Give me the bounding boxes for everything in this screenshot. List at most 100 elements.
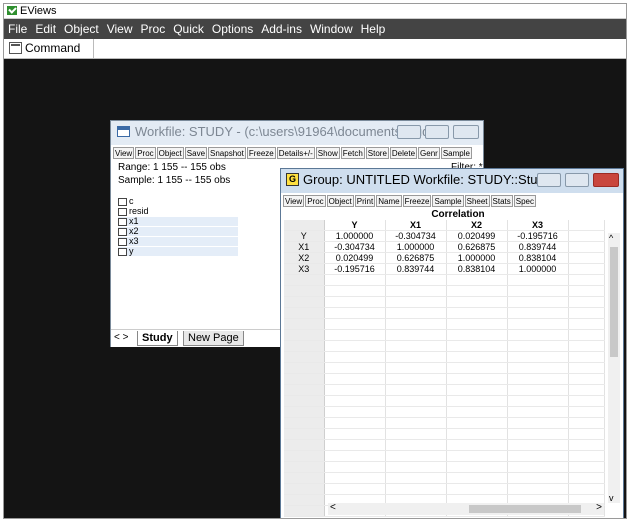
wf-sample-button[interactable]: Sample xyxy=(440,147,472,159)
empty-cell[interactable] xyxy=(385,384,447,396)
row-header[interactable] xyxy=(284,384,325,396)
empty-cell[interactable] xyxy=(507,307,569,319)
empty-cell[interactable] xyxy=(324,318,386,330)
command-bar[interactable]: Command xyxy=(4,39,626,59)
grp-spec-button[interactable]: Spec xyxy=(513,195,536,207)
horizontal-scroll-thumb[interactable] xyxy=(469,505,581,513)
grp-print-button[interactable]: Print xyxy=(354,195,376,207)
maximize-button[interactable] xyxy=(565,173,589,187)
cell[interactable]: -0.195716 xyxy=(507,230,569,242)
menu-window[interactable]: Window xyxy=(306,19,357,39)
empty-cell[interactable] xyxy=(385,307,447,319)
maximize-button[interactable] xyxy=(425,125,449,139)
empty-cell[interactable] xyxy=(446,406,508,418)
empty-cell[interactable] xyxy=(446,428,508,440)
empty-cell[interactable] xyxy=(568,428,605,440)
cell[interactable]: 0.020499 xyxy=(324,252,386,264)
menu-add-ins[interactable]: Add-ins xyxy=(257,19,306,39)
row-header[interactable] xyxy=(284,285,325,297)
tab-new-page[interactable]: New Page xyxy=(183,331,244,346)
object-item[interactable]: resid xyxy=(118,207,238,216)
cell[interactable]: 0.626875 xyxy=(385,252,447,264)
row-header[interactable] xyxy=(284,406,325,418)
cell[interactable]: 1.000000 xyxy=(446,252,508,264)
range-info[interactable]: Range: 1 155 -- 155 obs xyxy=(118,162,226,174)
empty-cell[interactable] xyxy=(507,417,569,429)
horizontal-scrollbar[interactable]: < > xyxy=(328,502,604,515)
empty-cell[interactable] xyxy=(507,439,569,451)
row-header[interactable] xyxy=(284,494,325,506)
empty-cell[interactable] xyxy=(568,362,605,374)
empty-cell[interactable] xyxy=(324,406,386,418)
command-window-icon[interactable] xyxy=(9,42,22,54)
row-header[interactable]: X3 xyxy=(284,263,325,275)
scroll-right-icon[interactable]: > xyxy=(596,502,602,513)
wf-delete-button[interactable]: Delete xyxy=(389,147,418,159)
empty-cell[interactable] xyxy=(446,351,508,363)
row-header[interactable] xyxy=(284,395,325,407)
empty-cell[interactable] xyxy=(324,439,386,451)
empty-cell[interactable] xyxy=(446,274,508,286)
row-header[interactable] xyxy=(284,428,325,440)
menu-object[interactable]: Object xyxy=(60,19,103,39)
grp-sheet-button[interactable]: Sheet xyxy=(464,195,490,207)
vertical-scroll-thumb[interactable] xyxy=(610,247,618,357)
empty-cell[interactable] xyxy=(568,384,605,396)
empty-cell[interactable] xyxy=(385,373,447,385)
row-header[interactable] xyxy=(284,450,325,462)
wf-proc-button[interactable]: Proc xyxy=(135,147,156,159)
tab-study[interactable]: Study xyxy=(137,331,178,346)
empty-cell[interactable] xyxy=(324,428,386,440)
empty-cell[interactable] xyxy=(568,340,605,352)
empty-cell[interactable] xyxy=(385,428,447,440)
empty-cell[interactable] xyxy=(568,296,605,308)
empty-cell[interactable] xyxy=(507,318,569,330)
empty-cell[interactable] xyxy=(324,362,386,374)
empty-cell[interactable] xyxy=(385,417,447,429)
row-header[interactable] xyxy=(284,296,325,308)
scroll-down-icon[interactable]: v xyxy=(609,493,614,503)
row-header[interactable]: X2 xyxy=(284,252,325,264)
row-header[interactable] xyxy=(284,274,325,286)
empty-cell[interactable] xyxy=(324,450,386,462)
empty-cell[interactable] xyxy=(385,472,447,484)
sample-info[interactable]: Sample: 1 155 -- 155 obs xyxy=(118,175,230,187)
row-header[interactable]: X1 xyxy=(284,241,325,253)
empty-cell[interactable] xyxy=(568,307,605,319)
empty-cell[interactable] xyxy=(568,373,605,385)
wf-genr-button[interactable]: Genr xyxy=(418,147,440,159)
grp-name-button[interactable]: Name xyxy=(376,195,402,207)
grp-proc-button[interactable]: Proc xyxy=(305,195,326,207)
empty-cell[interactable] xyxy=(385,406,447,418)
empty-cell[interactable] xyxy=(446,340,508,352)
empty-cell[interactable] xyxy=(385,285,447,297)
empty-cell[interactable] xyxy=(446,384,508,396)
empty-cell[interactable] xyxy=(324,296,386,308)
row-header[interactable] xyxy=(284,472,325,484)
wf-snapshot-button[interactable]: Snapshot xyxy=(208,147,246,159)
row-header[interactable]: Y xyxy=(284,230,325,242)
wf-store-button[interactable]: Store xyxy=(365,147,389,159)
empty-cell[interactable] xyxy=(507,384,569,396)
empty-cell[interactable] xyxy=(324,483,386,495)
empty-cell[interactable] xyxy=(507,329,569,341)
close-button[interactable] xyxy=(593,173,619,187)
empty-cell[interactable] xyxy=(568,252,605,264)
empty-cell[interactable] xyxy=(568,318,605,330)
empty-cell[interactable] xyxy=(568,274,605,286)
cell[interactable]: 1.000000 xyxy=(324,230,386,242)
empty-cell[interactable] xyxy=(385,329,447,341)
empty-cell[interactable] xyxy=(507,373,569,385)
cell[interactable]: -0.304734 xyxy=(324,241,386,253)
cell[interactable]: 0.626875 xyxy=(446,241,508,253)
empty-cell[interactable] xyxy=(507,340,569,352)
cell[interactable]: -0.195716 xyxy=(324,263,386,275)
minimize-button[interactable] xyxy=(397,125,421,139)
empty-cell[interactable] xyxy=(507,274,569,286)
wf-show-button[interactable]: Show xyxy=(315,147,340,159)
empty-cell[interactable] xyxy=(568,395,605,407)
empty-cell[interactable] xyxy=(446,450,508,462)
workfile-titlebar[interactable]: Workfile: STUDY - (c:\users\91964\docume… xyxy=(111,121,483,145)
empty-cell[interactable] xyxy=(568,483,605,495)
empty-cell[interactable] xyxy=(568,351,605,363)
